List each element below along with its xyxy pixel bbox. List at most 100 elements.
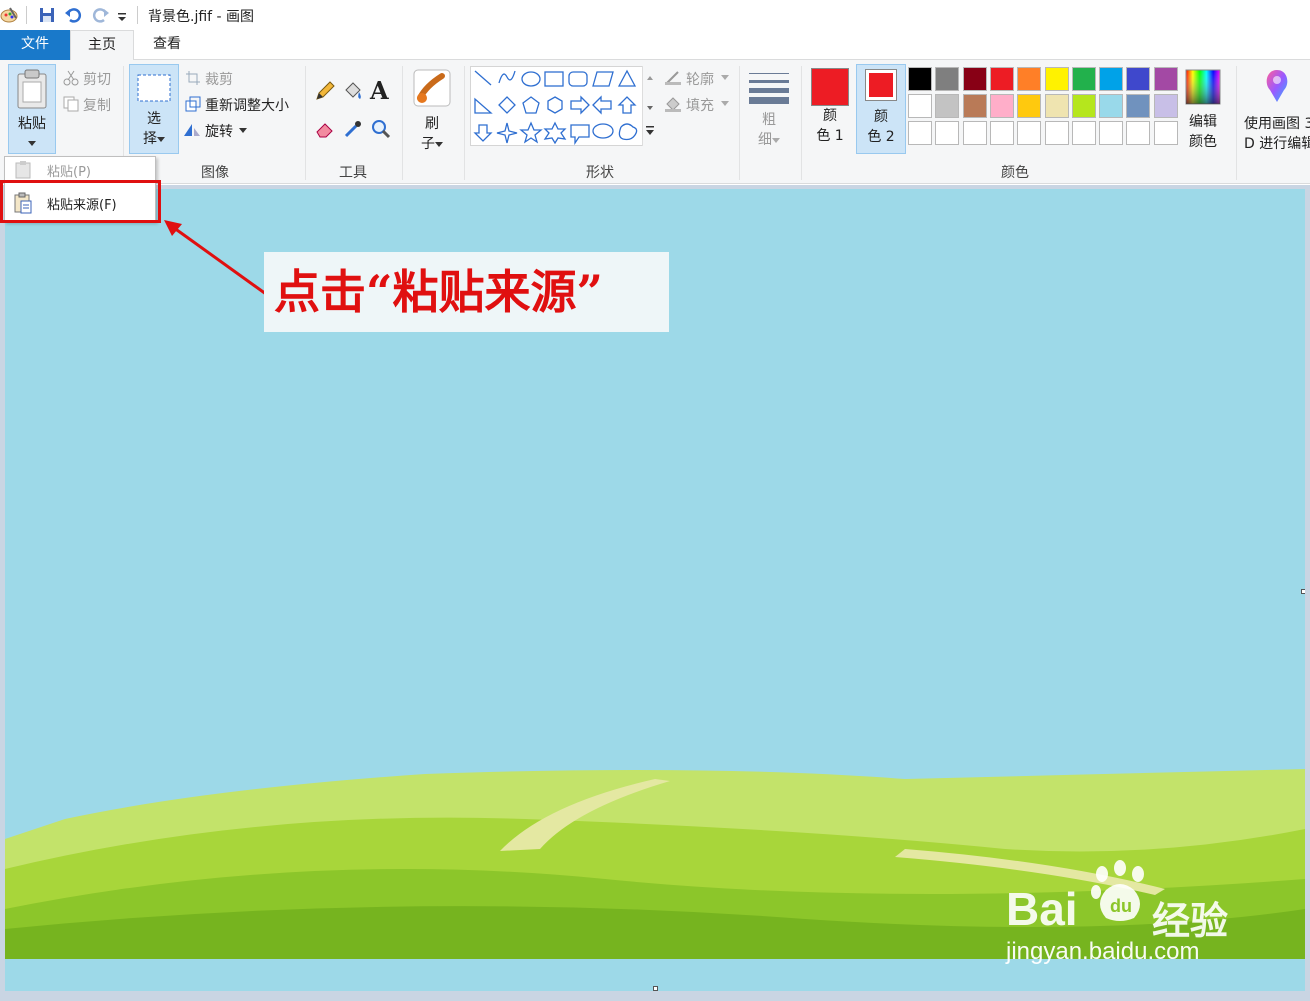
select-label-1: 选 <box>147 111 161 127</box>
resize-button[interactable]: 重新调整大小 <box>205 95 289 115</box>
tab-file[interactable]: 文件 <box>0 30 70 60</box>
undo-icon[interactable] <box>64 6 82 24</box>
chevron-down-icon <box>239 128 247 133</box>
palette-swatch[interactable] <box>989 94 1014 118</box>
highlight-box <box>0 180 161 223</box>
tab-view[interactable]: 查看 <box>134 30 200 60</box>
palette-swatch[interactable] <box>1071 121 1096 145</box>
ribbon: 粘贴 剪切 复制 选 择 裁剪 重新调整大小 旋转 图像 A 工具 刷 子 轮廓… <box>0 60 1310 184</box>
save-icon[interactable] <box>38 6 56 24</box>
rotate-button[interactable]: 旋转 <box>205 121 233 141</box>
callout-text: 点击“粘贴来源” <box>264 252 669 332</box>
palette-swatch[interactable] <box>1071 94 1096 118</box>
scroll-arrows-icon <box>646 76 654 135</box>
brush-icon <box>413 69 451 107</box>
edit-colors-label-2: 颜色 <box>1189 134 1217 150</box>
brushes-button[interactable]: 刷 子 <box>407 64 457 154</box>
chevron-down-icon <box>721 101 729 106</box>
select-label-2: 择 <box>143 131 157 147</box>
copy-button[interactable]: 复制 <box>83 95 111 115</box>
resize-handle-right[interactable] <box>1301 589 1305 594</box>
crop-icon <box>186 71 200 85</box>
palette-swatch[interactable] <box>989 67 1014 91</box>
color2-button[interactable]: 颜 色 2 <box>856 64 906 154</box>
paste-label: 粘贴 <box>18 116 46 132</box>
shapes-gallery-icons[interactable] <box>471 67 657 147</box>
brushes-label-2: 子 <box>421 136 435 152</box>
palette-swatch[interactable] <box>962 67 987 91</box>
color1-button[interactable]: 颜 色 1 <box>806 64 854 154</box>
palette-swatch[interactable] <box>1153 67 1178 91</box>
palette-swatch[interactable] <box>1017 94 1042 118</box>
paint3d-button[interactable]: 使用画图 3 D 进行编辑 <box>1242 64 1310 154</box>
select-rectangle-icon <box>137 74 171 102</box>
palette-swatch[interactable] <box>1017 121 1042 145</box>
crop-button[interactable]: 裁剪 <box>205 69 233 89</box>
color2-label-1: 颜 <box>874 109 888 125</box>
palette-swatch[interactable] <box>1044 121 1069 145</box>
palette-swatch[interactable] <box>935 94 960 118</box>
customize-quick-access-icon[interactable] <box>116 6 128 24</box>
paint3d-label-2: D 进行编辑 <box>1244 136 1310 152</box>
palette-swatch[interactable] <box>908 121 932 145</box>
edit-colors-button[interactable]: 编辑 颜色 <box>1180 64 1226 154</box>
title-bar: 背景色.jfif - 画图 <box>0 0 1310 30</box>
chevron-down-icon <box>157 137 165 142</box>
svg-text:du: du <box>1110 896 1132 916</box>
color1-swatch <box>811 68 849 106</box>
paste-button[interactable]: 粘贴 <box>8 64 56 154</box>
chevron-down-icon <box>772 138 780 143</box>
select-button[interactable]: 选 择 <box>129 64 179 154</box>
palette-swatch[interactable] <box>962 121 987 145</box>
palette-swatch[interactable] <box>908 67 932 91</box>
color-picker-icon[interactable] <box>342 118 364 140</box>
clipboard-icon <box>17 69 47 109</box>
cut-button[interactable]: 剪切 <box>83 69 111 89</box>
color2-label-2: 色 2 <box>867 129 895 145</box>
palette-swatch[interactable] <box>1126 67 1151 91</box>
palette-swatch[interactable] <box>1071 67 1096 91</box>
palette-swatch[interactable] <box>1126 121 1151 145</box>
palette-swatch[interactable] <box>1044 67 1069 91</box>
palette-swatch[interactable] <box>989 121 1014 145</box>
baidu-watermark: Bai du 经验 jingyan.baidu.com <box>1000 860 1300 970</box>
fill-bucket-icon[interactable] <box>342 80 364 102</box>
paint3d-label-1: 使用画图 3 <box>1244 116 1310 132</box>
shapes-scrollbar[interactable] <box>642 66 656 146</box>
color1-label-2: 色 1 <box>816 128 844 144</box>
outline-button[interactable]: 轮廓 <box>686 69 714 89</box>
text-tool-icon[interactable]: A <box>370 76 389 105</box>
color1-label-1: 颜 <box>823 108 837 124</box>
palette-swatch[interactable] <box>935 121 960 145</box>
fill-button[interactable]: 填充 <box>686 95 714 115</box>
resize-icon <box>185 96 201 112</box>
resize-handle-bottom[interactable] <box>653 986 658 991</box>
watermark-brand: Bai <box>1006 883 1078 935</box>
size-label-1: 粗 <box>762 112 776 128</box>
color2-frame <box>865 69 897 101</box>
palette-swatch[interactable] <box>1099 67 1124 91</box>
palette-swatch[interactable] <box>1017 67 1042 91</box>
magnifier-icon[interactable] <box>370 118 392 140</box>
tab-home[interactable]: 主页 <box>70 30 134 61</box>
line-width-icon <box>749 73 789 104</box>
eraser-icon[interactable] <box>314 118 336 140</box>
palette-swatch[interactable] <box>935 67 960 91</box>
palette-swatch[interactable] <box>1153 121 1178 145</box>
palette-swatch[interactable] <box>1126 94 1151 118</box>
edit-colors-label-1: 编辑 <box>1189 114 1217 130</box>
palette-swatch[interactable] <box>962 94 987 118</box>
paint-app-icon <box>0 7 18 23</box>
redo-icon[interactable] <box>92 6 110 24</box>
pencil-icon[interactable] <box>314 80 336 102</box>
color2-swatch <box>869 73 893 97</box>
palette-swatch[interactable] <box>1099 94 1124 118</box>
palette-swatch[interactable] <box>1099 121 1124 145</box>
copy-icon <box>63 96 79 112</box>
size-button[interactable]: 粗 细 <box>745 64 793 154</box>
palette-swatch[interactable] <box>908 94 932 118</box>
brushes-label-1: 刷 <box>425 116 439 132</box>
tools-group-label: 工具 <box>339 165 367 181</box>
palette-swatch[interactable] <box>1044 94 1069 118</box>
palette-swatch[interactable] <box>1153 94 1178 118</box>
